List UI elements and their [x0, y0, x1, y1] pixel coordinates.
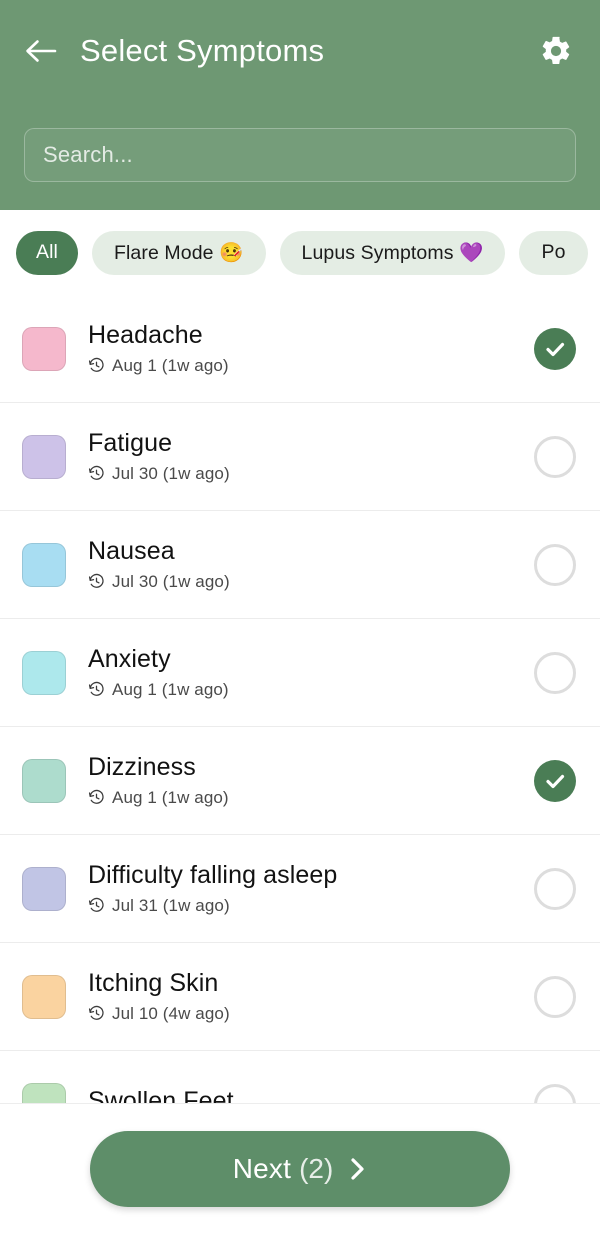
list-item[interactable]: Nausea Jul 30 (1w ago)	[0, 511, 600, 619]
arrow-left-icon[interactable]	[24, 29, 68, 73]
chevron-right-icon	[349, 1156, 367, 1182]
clock-history-icon	[88, 897, 105, 914]
symptom-name: Difficulty falling asleep	[88, 861, 338, 890]
list-item[interactable]: Dizziness Aug 1 (1w ago)	[0, 727, 600, 835]
clock-history-icon	[88, 465, 105, 482]
filter-chip-flare-mode[interactable]: Flare Mode 🤒	[91, 230, 266, 275]
filter-chip-label: Po	[541, 241, 566, 263]
symptom-list[interactable]: Headache Aug 1 (1w ago) Fatigue Jul 30 (…	[0, 295, 600, 1103]
filter-chip-all[interactable]: All	[16, 230, 78, 275]
color-swatch	[22, 650, 66, 695]
list-item-text: Anxiety Aug 1 (1w ago)	[88, 645, 534, 700]
color-swatch	[22, 974, 66, 1019]
list-item[interactable]: Anxiety Aug 1 (1w ago)	[0, 619, 600, 727]
list-item[interactable]: Fatigue Jul 30 (1w ago)	[0, 403, 600, 511]
symptom-last-logged: Aug 1 (1w ago)	[88, 680, 534, 700]
list-item[interactable]: Headache Aug 1 (1w ago)	[0, 295, 600, 403]
select-toggle[interactable]	[534, 651, 576, 694]
selected-count: (2)	[299, 1152, 334, 1184]
clock-history-icon	[88, 357, 105, 374]
select-toggle[interactable]	[534, 327, 576, 370]
select-toggle[interactable]	[534, 867, 576, 910]
symptom-last-logged: Jul 30 (1w ago)	[88, 572, 534, 592]
symptom-date: Jul 31 (1w ago)	[112, 895, 230, 915]
list-item-text: Nausea Jul 30 (1w ago)	[88, 537, 534, 592]
filter-chip-label: All	[36, 241, 58, 263]
page-title: Select Symptoms	[80, 33, 325, 68]
list-item-text: Difficulty falling asleep Jul 31 (1w ago…	[88, 861, 534, 916]
list-item-text: Headache Aug 1 (1w ago)	[88, 321, 534, 376]
symptom-last-logged: Jul 30 (1w ago)	[88, 464, 534, 484]
symptom-selection-screen: Select Symptoms Search... All Flare Mode…	[0, 0, 600, 1233]
select-toggle[interactable]	[534, 975, 576, 1018]
search-input[interactable]: Search...	[24, 128, 576, 182]
filter-chip-label: Lupus Symptoms 💜	[301, 241, 484, 264]
clock-history-icon	[88, 681, 105, 698]
symptom-date: Jul 30 (1w ago)	[112, 571, 230, 591]
symptom-last-logged: Aug 1 (1w ago)	[88, 788, 534, 808]
color-swatch	[22, 542, 66, 587]
symptom-date: Aug 1 (1w ago)	[112, 787, 229, 807]
list-item-text: Swollen Feet	[88, 1087, 534, 1103]
color-swatch	[22, 326, 66, 371]
color-swatch	[22, 758, 66, 803]
color-swatch	[22, 1082, 66, 1103]
next-button-label: Next	[232, 1152, 292, 1184]
symptom-last-logged: Jul 10 (4w ago)	[88, 1004, 534, 1024]
symptom-date: Jul 30 (1w ago)	[112, 463, 230, 483]
color-swatch	[22, 866, 66, 911]
list-item-text: Itching Skin Jul 10 (4w ago)	[88, 969, 534, 1024]
bottom-action-bar: Next (2)	[0, 1103, 600, 1233]
next-button[interactable]: Next (2)	[90, 1130, 510, 1207]
select-toggle[interactable]	[534, 435, 576, 478]
symptom-date: Jul 10 (4w ago)	[112, 1003, 230, 1023]
select-toggle[interactable]	[534, 759, 576, 802]
list-item-text: Dizziness Aug 1 (1w ago)	[88, 753, 534, 808]
select-toggle[interactable]	[534, 543, 576, 586]
select-toggle[interactable]	[534, 1083, 576, 1103]
symptom-name: Nausea	[88, 537, 175, 566]
symptom-date: Aug 1 (1w ago)	[112, 355, 229, 375]
app-header: Select Symptoms Search...	[0, 0, 600, 210]
gear-icon[interactable]	[536, 31, 576, 71]
symptom-date: Aug 1 (1w ago)	[112, 679, 229, 699]
symptom-name: Headache	[88, 321, 203, 350]
clock-history-icon	[88, 789, 105, 806]
list-item[interactable]: Itching Skin Jul 10 (4w ago)	[0, 943, 600, 1051]
symptom-name: Swollen Feet	[88, 1087, 234, 1103]
filter-chip-lupus-symptoms[interactable]: Lupus Symptoms 💜	[279, 230, 506, 275]
color-swatch	[22, 434, 66, 479]
filter-chip-partial[interactable]: Po	[519, 230, 588, 275]
filter-chip-label: Flare Mode 🤒	[113, 241, 244, 264]
list-item[interactable]: Swollen Feet	[0, 1051, 600, 1103]
search-placeholder: Search...	[43, 142, 133, 167]
list-item-text: Fatigue Jul 30 (1w ago)	[88, 429, 534, 484]
symptom-name: Dizziness	[88, 753, 196, 782]
clock-history-icon	[88, 1005, 105, 1022]
symptom-name: Anxiety	[88, 645, 171, 674]
list-item[interactable]: Difficulty falling asleep Jul 31 (1w ago…	[0, 835, 600, 943]
symptom-last-logged: Jul 31 (1w ago)	[88, 896, 534, 916]
symptom-name: Fatigue	[88, 429, 173, 458]
symptom-last-logged: Aug 1 (1w ago)	[88, 356, 534, 376]
symptom-name: Itching Skin	[88, 969, 219, 998]
header-bar: Select Symptoms	[24, 24, 576, 78]
filter-chip-row[interactable]: All Flare Mode 🤒 Lupus Symptoms 💜 Po	[0, 210, 600, 295]
clock-history-icon	[88, 573, 105, 590]
